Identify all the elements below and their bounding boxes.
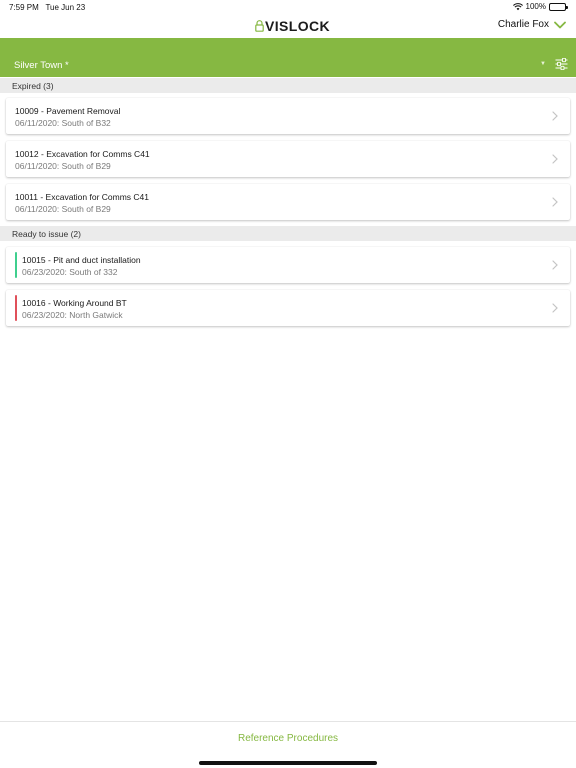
- item-title: 10016 - Working Around BT: [22, 298, 127, 308]
- item-title: 10009 - Pavement Removal: [15, 106, 121, 116]
- list-item[interactable]: 10012 - Excavation for Comms C41 06/11/2…: [6, 141, 570, 177]
- logo-text: VISLOCK: [265, 18, 331, 34]
- item-subtitle: 06/23/2020: South of 332: [22, 267, 118, 277]
- status-time: 7:59 PM Tue Jun 23: [9, 3, 86, 12]
- status-stripe: [15, 252, 17, 278]
- padlock-icon: [255, 20, 264, 32]
- list-item[interactable]: 10015 - Pit and duct installation 06/23/…: [6, 247, 570, 283]
- user-name: Charlie Fox: [497, 19, 549, 30]
- site-filter-bar: Silver Town * ▼: [0, 38, 576, 77]
- item-title: 10012 - Excavation for Comms C41: [15, 149, 150, 159]
- app-header: VISLOCK Charlie Fox: [0, 14, 576, 38]
- item-subtitle: 06/23/2020: North Gatwick: [22, 310, 123, 320]
- item-title: 10011 - Excavation for Comms C41: [15, 192, 150, 202]
- list-item[interactable]: 10009 - Pavement Removal 06/11/2020: Sou…: [6, 98, 570, 134]
- app-logo: VISLOCK: [255, 18, 330, 34]
- chevron-right-icon: [552, 154, 558, 164]
- chevron-right-icon: [552, 303, 558, 313]
- battery-icon: [549, 2, 568, 11]
- sliders-icon[interactable]: [555, 58, 568, 70]
- chevron-right-icon: [552, 197, 558, 207]
- status-bar: 7:59 PM Tue Jun 23 100%: [0, 0, 576, 14]
- status-stripe: [15, 295, 17, 321]
- home-indicator: [199, 761, 377, 765]
- item-subtitle: 06/11/2020: South of B32: [15, 118, 111, 128]
- section-header-expired: Expired (3): [0, 78, 576, 93]
- reference-procedures-link[interactable]: Reference Procedures: [0, 733, 576, 744]
- list-item[interactable]: 10011 - Excavation for Comms C41 06/11/2…: [6, 184, 570, 220]
- footer-bar: Reference Procedures: [0, 721, 576, 768]
- chevron-right-icon: [552, 260, 558, 270]
- wifi-icon: [512, 2, 523, 10]
- status-indicators: 100%: [512, 2, 568, 11]
- site-selector[interactable]: Silver Town *: [14, 60, 69, 71]
- item-title: 10015 - Pit and duct installation: [22, 255, 141, 265]
- caret-down-icon[interactable]: ▼: [540, 61, 546, 67]
- user-menu[interactable]: Charlie Fox: [498, 19, 566, 30]
- chevron-right-icon: [552, 111, 558, 121]
- battery-percent: 100%: [525, 2, 546, 11]
- section-header-ready-to-issue: Ready to issue (2): [0, 226, 576, 241]
- list-item[interactable]: 10016 - Working Around BT 06/23/2020: No…: [6, 290, 570, 326]
- chevron-down-icon: [554, 21, 566, 28]
- item-subtitle: 06/11/2020: South of B29: [15, 204, 111, 214]
- item-subtitle: 06/11/2020: South of B29: [15, 161, 111, 171]
